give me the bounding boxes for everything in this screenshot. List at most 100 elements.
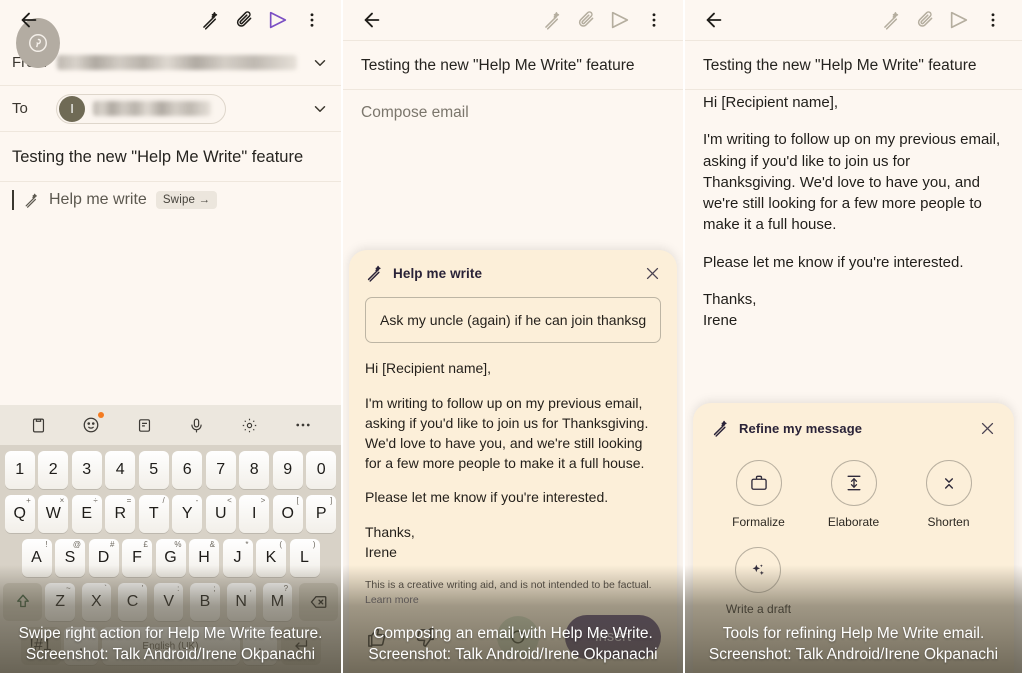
body-paragraph: Thanks, Irene: [703, 291, 757, 330]
key-label: U: [214, 505, 227, 522]
key-superscript: ÷: [93, 496, 98, 505]
key-r[interactable]: = R: [105, 495, 136, 533]
compose-body-placeholder[interactable]: Compose email: [343, 90, 683, 136]
overflow-icon[interactable]: [290, 412, 316, 438]
paperclip-icon[interactable]: [569, 3, 603, 37]
briefcase-icon: [735, 460, 782, 506]
magic-pen-icon[interactable]: [535, 3, 569, 37]
key-3[interactable]: 3: [71, 451, 102, 489]
help-me-write-label: Help me write: [49, 191, 147, 208]
key-superscript: (: [279, 540, 282, 549]
magic-pen-icon[interactable]: [874, 3, 908, 37]
clipboard-icon[interactable]: [25, 412, 51, 438]
subject-field[interactable]: Testing the new "Help Me Write" feature: [0, 132, 341, 181]
caption-text: Tools for refining Help Me Write email. …: [708, 625, 999, 663]
keyboard-row-numbers: 1234567890: [3, 451, 338, 489]
tool-elaborate[interactable]: Elaborate: [828, 460, 879, 529]
emoji-icon[interactable]: [78, 412, 105, 438]
to-row[interactable]: To I: [0, 86, 341, 131]
key-0[interactable]: 0: [306, 451, 337, 489]
keyboard-row-q: + Q × W ÷ E = R / T - Y < U > I[O] P: [3, 495, 338, 533]
key-label: O: [281, 505, 294, 522]
tool-shorten[interactable]: Shorten: [925, 460, 972, 529]
key-superscript: !: [45, 540, 48, 549]
subject-field[interactable]: Testing the new "Help Me Write" feature: [685, 41, 1022, 89]
key-1[interactable]: 1: [4, 451, 35, 489]
panel-compose-with-keyboard: From To I Testing the new "Help Me Write…: [0, 0, 341, 673]
prompt-input[interactable]: Ask my uncle (again) if he can join than…: [365, 297, 661, 343]
key-label: T: [148, 505, 159, 522]
settings-icon[interactable]: [237, 412, 263, 438]
key-o[interactable]: [O: [272, 495, 303, 533]
draft-paragraph: Hi [Recipient name],: [365, 360, 492, 376]
key-superscript: %: [174, 540, 182, 549]
expand-vertical-icon: [830, 460, 877, 506]
more-vertical-icon[interactable]: [295, 3, 329, 37]
recipient-chip[interactable]: I: [56, 93, 226, 124]
card-title: Refine my message: [739, 421, 863, 436]
key-5[interactable]: 5: [138, 451, 169, 489]
panel1-caption-overlay: Swipe right action for Help Me Write fea…: [0, 565, 341, 673]
email-body[interactable]: Hi [Recipient name], I'm writing to foll…: [685, 90, 1022, 332]
tool-label: Shorten: [927, 515, 970, 529]
generated-draft: Hi [Recipient name], I'm writing to foll…: [365, 359, 661, 563]
key-4[interactable]: 4: [105, 451, 136, 489]
key-i[interactable]: > I: [239, 495, 270, 533]
key-2[interactable]: 2: [38, 451, 69, 489]
to-label: To: [12, 100, 28, 117]
card-header: Refine my message: [711, 419, 996, 438]
key-e[interactable]: ÷ E: [71, 495, 102, 533]
key-6[interactable]: 6: [172, 451, 203, 489]
key-u[interactable]: < U: [205, 495, 236, 533]
key-superscript: #: [110, 540, 115, 549]
sticker-icon[interactable]: [131, 412, 157, 438]
chevron-down-icon[interactable]: [311, 100, 329, 118]
key-superscript: >: [260, 496, 266, 505]
key-t[interactable]: / T: [138, 495, 169, 533]
more-vertical-icon[interactable]: [976, 3, 1010, 37]
tool-label: Elaborate: [827, 515, 880, 529]
back-arrow-icon[interactable]: [697, 3, 731, 37]
caption-text: Composing an email with Help Me Write. S…: [368, 625, 658, 663]
more-vertical-icon[interactable]: [637, 3, 671, 37]
key-label: W: [45, 505, 61, 522]
swipe-hint-chip: Swipe →: [155, 191, 218, 209]
microphone-icon[interactable]: [184, 412, 210, 438]
key-q[interactable]: + Q: [4, 495, 35, 533]
key-superscript: [: [296, 496, 299, 505]
key-superscript: ×: [59, 496, 65, 505]
paperclip-icon[interactable]: [908, 3, 942, 37]
key-p[interactable]: ] P: [306, 495, 337, 533]
magic-pen-icon: [365, 264, 384, 283]
magic-pen-icon: [711, 419, 730, 438]
key-y[interactable]: -Y: [172, 495, 203, 533]
magic-pen-icon: [23, 192, 40, 209]
help-me-write-entry[interactable]: Help me write Swipe →: [0, 182, 341, 210]
key-superscript: /: [162, 496, 165, 505]
chevron-down-icon[interactable]: [311, 54, 329, 72]
back-arrow-icon[interactable]: [12, 3, 46, 37]
key-8[interactable]: 8: [239, 451, 270, 489]
key-7[interactable]: 7: [205, 451, 236, 489]
key-superscript: <: [227, 496, 232, 505]
draft-paragraph: Thanks, Irene: [365, 524, 415, 561]
close-icon[interactable]: [644, 265, 661, 282]
send-icon[interactable]: [942, 3, 976, 37]
subject-field[interactable]: Testing the new "Help Me Write" feature: [343, 41, 683, 89]
back-arrow-icon[interactable]: [355, 3, 389, 37]
magic-pen-icon[interactable]: [193, 3, 227, 37]
tool-formalize[interactable]: Formalize: [732, 460, 785, 529]
key-superscript: ): [312, 540, 316, 549]
panel-help-me-write-card: Testing the new "Help Me Write" feature …: [341, 0, 683, 673]
recipient-name-blurred: [93, 101, 211, 116]
paperclip-icon[interactable]: [227, 3, 261, 37]
panel3-app-bar: [685, 0, 1022, 40]
panel2-caption-overlay: Composing an email with Help Me Write. S…: [343, 565, 683, 673]
send-icon[interactable]: [603, 3, 637, 37]
send-icon[interactable]: [261, 3, 295, 37]
close-icon[interactable]: [979, 420, 996, 437]
key-superscript: £: [143, 540, 148, 549]
key-9[interactable]: 9: [272, 451, 303, 489]
key-w[interactable]: × W: [38, 495, 69, 533]
notification-dot: [98, 412, 105, 418]
